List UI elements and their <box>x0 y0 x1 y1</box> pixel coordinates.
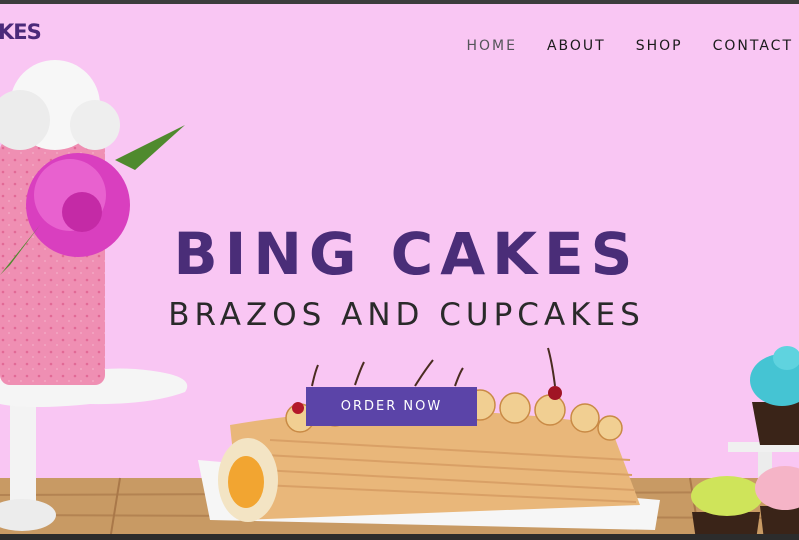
nav-home-link[interactable]: HOME <box>466 38 516 54</box>
main-nav: HOME ABOUT SHOP CONTACT <box>466 38 793 54</box>
site-logo[interactable]: KES <box>0 20 42 44</box>
order-now-button[interactable]: ORDER NOW <box>306 387 477 426</box>
nav-contact-link[interactable]: CONTACT <box>713 38 793 54</box>
bottom-bar <box>0 534 799 540</box>
hero-title: BING CAKES <box>173 220 640 288</box>
hero-subtitle: BRAZOS AND CUPCAKES <box>168 297 645 333</box>
nav-about-link[interactable]: ABOUT <box>547 38 606 54</box>
nav-shop-link[interactable]: SHOP <box>636 38 683 54</box>
